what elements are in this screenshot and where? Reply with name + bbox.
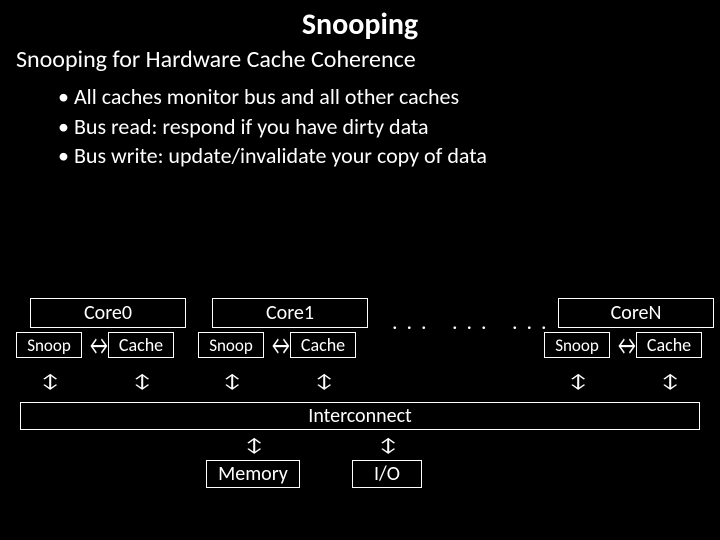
updown-arrow-icon: ↕	[132, 372, 152, 390]
snoop-box-n: Snoop	[544, 332, 610, 358]
snoop-box-0: Snoop	[16, 332, 82, 358]
io-box: I/O	[352, 460, 422, 488]
snoop-box-1: Snoop	[198, 332, 264, 358]
updown-arrow-icon: ↕	[222, 372, 242, 390]
bullet-item: All caches monitor bus and all other cac…	[58, 82, 720, 112]
updown-arrow-icon: ↕	[568, 372, 588, 390]
slide: Snooping Snooping for Hardware Cache Coh…	[0, 0, 720, 540]
cache-box-0: Cache	[108, 332, 174, 358]
memory-box: Memory	[206, 460, 300, 488]
ellipsis: . . .	[452, 308, 489, 335]
updown-arrow-icon: ↕	[378, 436, 398, 454]
updown-arrow-icon: ↕	[244, 436, 264, 454]
updown-arrow-icon: ↕	[40, 372, 60, 390]
bullet-item: Bus read: respond if you have dirty data	[58, 112, 720, 142]
interconnect-box: Interconnect	[20, 402, 700, 430]
cache-box-n: Cache	[636, 332, 702, 358]
architecture-diagram: Core0 Snoop ↔ Cache Core1 Snoop ↔ Cache …	[0, 290, 720, 540]
cache-box-1: Cache	[290, 332, 356, 358]
updown-arrow-icon: ↕	[660, 372, 680, 390]
core-box-1: Core1	[212, 298, 368, 328]
core-box-n: CoreN	[558, 298, 714, 328]
slide-subtitle: Snooping for Hardware Cache Coherence	[0, 43, 720, 74]
bullet-list: All caches monitor bus and all other cac…	[0, 74, 720, 171]
ellipsis: . . .	[512, 308, 549, 335]
core-box-0: Core0	[30, 298, 186, 328]
ellipsis: . . .	[392, 308, 429, 335]
bullet-item: Bus write: update/invalidate your copy o…	[58, 141, 720, 171]
updown-arrow-icon: ↕	[314, 372, 334, 390]
slide-title: Snooping	[0, 6, 720, 43]
